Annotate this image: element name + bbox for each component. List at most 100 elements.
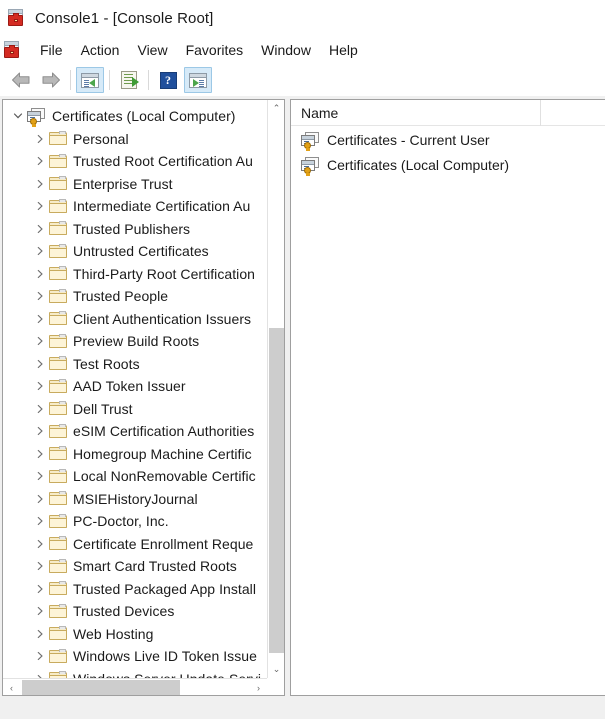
folder-icon [49,446,67,461]
folder-icon [49,243,67,259]
chevron-right-icon[interactable] [31,471,49,481]
chevron-right-icon[interactable] [31,246,49,256]
list-item[interactable]: Certificates (Local Computer) [291,152,605,177]
tree-item[interactable]: AAD Token Issuer [3,375,267,398]
certificate-store-icon [27,108,46,128]
toolbar-separator [109,70,110,90]
folder-icon [49,288,67,304]
folder-icon [49,468,67,484]
chevron-right-icon[interactable] [31,291,49,301]
scrollbar-corner [267,678,284,695]
tree-item[interactable]: Certificate Enrollment Reque [3,533,267,556]
tree-item[interactable]: Windows Live ID Token Issue [3,645,267,668]
tree-horizontal-scrollbar[interactable]: ‹ › [3,678,267,695]
tree-scroll-viewport: Certificates (Local Computer) Personal Tr… [3,100,267,678]
chevron-right-icon[interactable] [31,336,49,346]
menu-item-view[interactable]: View [128,39,176,61]
tree-item[interactable]: PC-Doctor, Inc. [3,510,267,533]
tree-item-label: Personal [73,130,129,147]
console-tree-pane: Certificates (Local Computer) Personal Tr… [2,99,285,696]
folder-icon [49,626,67,641]
chevron-right-icon[interactable] [31,134,49,144]
tree-children-list: Personal Trusted Root Certification Au Ent… [3,128,267,678]
tree-item[interactable]: Third-Party Root Certification [3,263,267,286]
tree-item-label: Local NonRemovable Certific [73,468,256,485]
tree-item[interactable]: eSIM Certification Authorities [3,420,267,443]
scroll-right-arrow-icon[interactable]: › [250,679,267,695]
forward-button[interactable] [37,67,65,93]
chevron-right-icon[interactable] [31,606,49,616]
show-hide-tree-button[interactable] [76,67,104,93]
menu-item-favorites[interactable]: Favorites [177,39,253,61]
tree-item[interactable]: Local NonRemovable Certific [3,465,267,488]
chevron-right-icon[interactable] [31,224,49,234]
tree-item-label: Homegroup Machine Certific [73,445,252,462]
folder-icon [49,356,67,371]
tree-item[interactable]: Enterprise Trust [3,173,267,196]
menu-item-file[interactable]: File [31,39,72,61]
chevron-right-icon[interactable] [31,156,49,166]
chevron-right-icon[interactable] [31,269,49,279]
tree-item[interactable]: Homegroup Machine Certific [3,443,267,466]
menu-item-action[interactable]: Action [72,39,129,61]
scroll-up-arrow-icon[interactable]: ⌃ [268,100,284,117]
chevron-right-icon[interactable] [31,629,49,639]
chevron-right-icon[interactable] [31,584,49,594]
folder-icon [49,491,67,506]
tree-root-list: Certificates (Local Computer) Personal Tr… [3,105,267,678]
tree-item[interactable]: MSIEHistoryJournal [3,488,267,511]
tree-item[interactable]: Untrusted Certificates [3,240,267,263]
tree-item-label: Smart Card Trusted Roots [73,558,237,575]
tree-item-label: Intermediate Certification Au [73,198,251,215]
tree-item[interactable]: Trusted Root Certification Au [3,150,267,173]
chevron-right-icon[interactable] [31,179,49,189]
vertical-scrollbar-thumb[interactable] [269,328,284,653]
list-item[interactable]: Certificates - Current User [291,127,605,152]
folder-icon [49,671,67,678]
horizontal-scrollbar-thumb[interactable] [22,680,180,695]
list-rows: Certificates - Current User Certificates … [291,127,605,177]
tree-item-label: Untrusted Certificates [73,243,209,260]
tree-item[interactable]: Trusted Publishers [3,218,267,241]
chevron-right-icon[interactable] [31,314,49,324]
menu-item-window[interactable]: Window [252,39,320,61]
tree-item[interactable]: Preview Build Roots [3,330,267,353]
chevron-right-icon[interactable] [31,404,49,414]
tree-item[interactable]: Test Roots [3,353,267,376]
scroll-down-arrow-icon[interactable]: ⌄ [268,661,284,678]
menu-item-help[interactable]: Help [320,39,367,61]
tree-item[interactable]: Client Authentication Issuers [3,308,267,331]
tree-vertical-scrollbar[interactable]: ⌃ ⌄ [267,100,284,678]
chevron-right-icon[interactable] [31,516,49,526]
show-action-pane-button[interactable] [184,67,212,93]
tree-item-label: Test Roots [73,355,140,372]
tree-item[interactable]: Windows Server Update Servi [3,668,267,678]
tree-item[interactable]: Smart Card Trusted Roots [3,555,267,578]
folder-icon [49,198,67,214]
chevron-right-icon[interactable] [31,201,49,211]
help-button[interactable]: ? [154,67,182,93]
tree-item[interactable]: Intermediate Certification Au [3,195,267,218]
chevron-right-icon[interactable] [31,539,49,549]
tree-item[interactable]: Trusted People [3,285,267,308]
chevron-right-icon[interactable] [31,651,49,661]
tree-item[interactable]: Web Hosting [3,623,267,646]
tree-item-label: Trusted Publishers [73,220,191,237]
chevron-down-icon[interactable] [9,111,27,121]
chevron-right-icon[interactable] [31,494,49,504]
scroll-left-arrow-icon[interactable]: ‹ [3,679,20,695]
tree-item[interactable]: Personal [3,128,267,151]
chevron-right-icon[interactable] [31,381,49,391]
tree-item[interactable]: Trusted Devices [3,600,267,623]
chevron-right-icon[interactable] [31,561,49,571]
export-list-button[interactable] [115,67,143,93]
tree-item[interactable]: Dell Trust [3,398,267,421]
chevron-right-icon[interactable] [31,426,49,436]
column-header-name[interactable]: Name [291,100,541,126]
tree-item-certificates-local-computer[interactable]: Certificates (Local Computer) [3,105,267,128]
chevron-right-icon[interactable] [31,359,49,369]
back-button[interactable] [7,67,35,93]
tree-item[interactable]: Trusted Packaged App Install [3,578,267,601]
chevron-right-icon[interactable] [31,449,49,459]
folder-icon [49,131,67,146]
